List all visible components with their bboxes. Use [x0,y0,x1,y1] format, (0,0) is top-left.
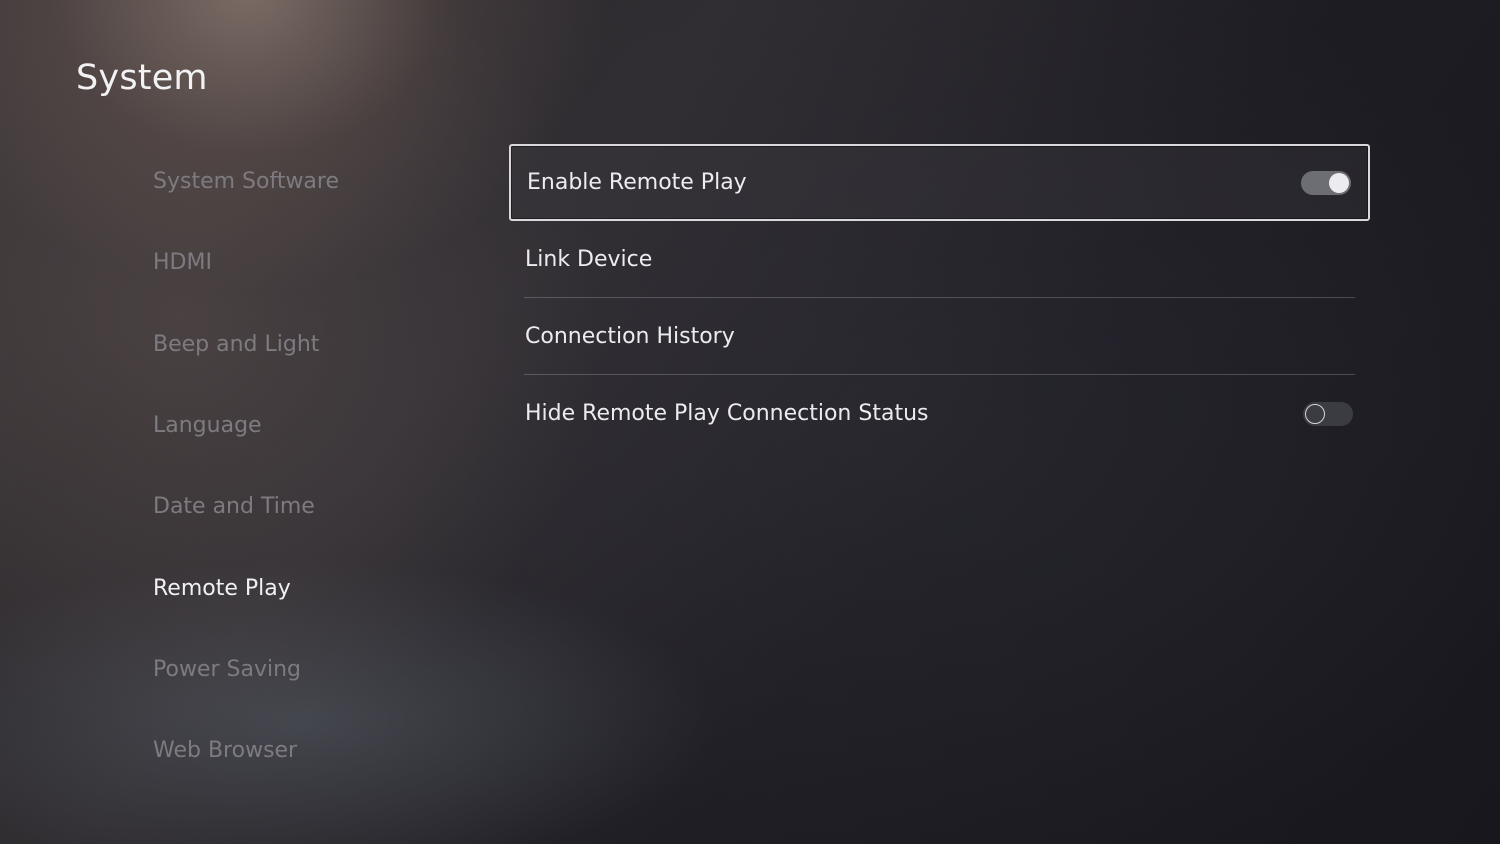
sidebar-item-web-browser[interactable]: Web Browser [153,710,473,791]
setting-row-enable-remote-play[interactable]: Enable Remote Play [509,144,1370,221]
sidebar-item-date-and-time[interactable]: Date and Time [153,466,473,547]
setting-label: Enable Remote Play [527,170,747,195]
sidebar-item-beep-and-light[interactable]: Beep and Light [153,304,473,385]
setting-label: Link Device [525,247,653,272]
enable-remote-play-toggle[interactable] [1301,170,1351,195]
sidebar-item-hdmi[interactable]: HDMI [153,222,473,303]
setting-label: Connection History [525,324,735,349]
sidebar-item-power-saving[interactable]: Power Saving [153,629,473,710]
settings-sidebar: System Software HDMI Beep and Light Lang… [153,141,473,791]
toggle-knob [1305,403,1325,424]
setting-row-hide-connection-status[interactable]: Hide Remote Play Connection Status [509,375,1370,452]
sidebar-item-language[interactable]: Language [153,385,473,466]
toggle-knob [1329,172,1349,193]
remote-play-settings-panel: Enable Remote Play Link Device Connectio… [509,144,1370,452]
setting-row-connection-history[interactable]: Connection History [509,298,1370,375]
hide-connection-status-toggle[interactable] [1303,401,1353,426]
sidebar-item-remote-play[interactable]: Remote Play [153,547,473,628]
sidebar-item-system-software[interactable]: System Software [153,141,473,222]
setting-label: Hide Remote Play Connection Status [525,401,929,426]
page-title: System [76,58,208,98]
setting-row-link-device[interactable]: Link Device [509,221,1370,298]
